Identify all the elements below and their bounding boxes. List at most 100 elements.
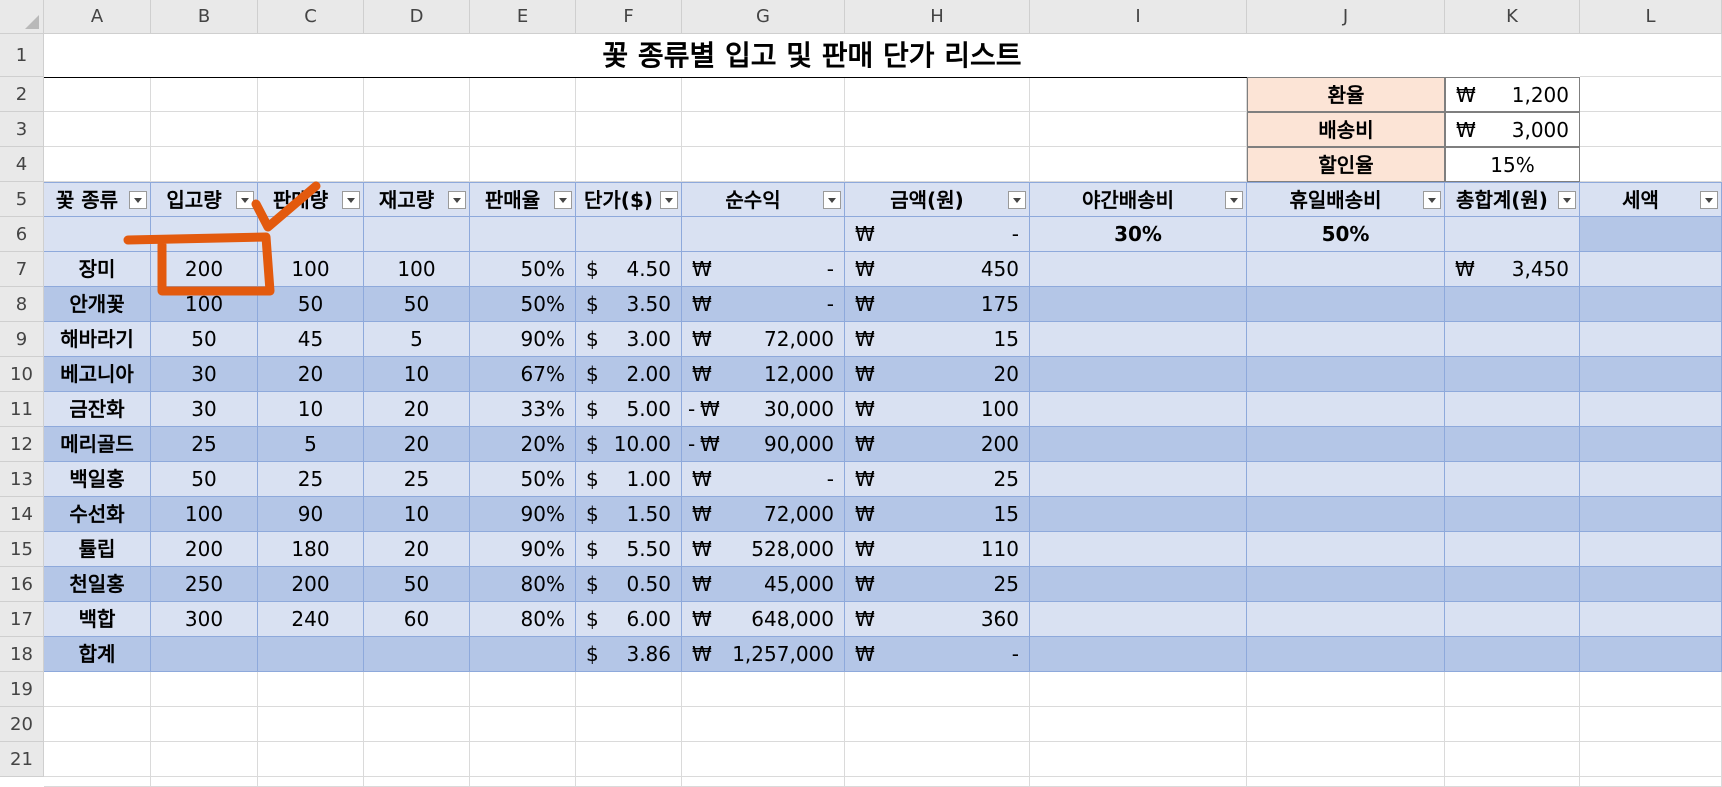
stock-in[interactable]: 200 xyxy=(151,252,258,287)
cell[interactable] xyxy=(576,672,682,707)
cell[interactable] xyxy=(470,147,576,182)
sale-rate[interactable]: 80% xyxy=(470,602,576,637)
total-row-cell[interactable] xyxy=(151,637,258,672)
cell[interactable] xyxy=(1247,672,1445,707)
cell[interactable] xyxy=(682,112,845,147)
row-header-2[interactable]: 2 xyxy=(0,77,44,112)
unit-price[interactable]: $1.50 xyxy=(576,497,682,532)
tax[interactable] xyxy=(1580,357,1722,392)
filter-dropdown-icon[interactable] xyxy=(1700,191,1718,209)
holiday-delivery[interactable] xyxy=(1247,462,1445,497)
cell[interactable] xyxy=(151,147,258,182)
cell[interactable] xyxy=(364,77,470,112)
row-header-20[interactable]: 20 xyxy=(0,707,44,742)
cell[interactable] xyxy=(470,672,576,707)
night-delivery[interactable] xyxy=(1030,497,1247,532)
cell[interactable] xyxy=(44,77,151,112)
cell[interactable] xyxy=(1030,742,1247,777)
cell[interactable] xyxy=(258,77,364,112)
cell[interactable] xyxy=(44,112,151,147)
column-header-J[interactable]: J xyxy=(1247,0,1445,34)
param-value[interactable]: ₩3,000 xyxy=(1445,112,1580,147)
table-header-F[interactable]: 단가($) xyxy=(576,182,682,217)
cell[interactable] xyxy=(845,707,1030,742)
stock-in[interactable]: 50 xyxy=(151,322,258,357)
tax[interactable] xyxy=(1580,427,1722,462)
cell[interactable] xyxy=(682,742,845,777)
night-delivery[interactable] xyxy=(1030,462,1247,497)
cell[interactable] xyxy=(1030,672,1247,707)
cell[interactable] xyxy=(44,707,151,742)
cell[interactable] xyxy=(682,672,845,707)
unit-price[interactable]: $2.00 xyxy=(576,357,682,392)
row-header-5[interactable]: 5 xyxy=(0,182,44,217)
cell[interactable] xyxy=(1580,672,1722,707)
param-label[interactable]: 할인율 xyxy=(1247,147,1445,182)
sale-rate[interactable]: 67% xyxy=(470,357,576,392)
sold[interactable]: 100 xyxy=(258,252,364,287)
cell[interactable] xyxy=(576,147,682,182)
row-header-9[interactable]: 9 xyxy=(0,322,44,357)
row-header-4[interactable]: 4 xyxy=(0,147,44,182)
row6-cell[interactable] xyxy=(1580,217,1722,252)
row-header-14[interactable]: 14 xyxy=(0,497,44,532)
amount-won[interactable]: ₩450 xyxy=(845,252,1030,287)
holiday-delivery[interactable] xyxy=(1247,287,1445,322)
filter-dropdown-icon[interactable] xyxy=(236,191,254,209)
cell[interactable] xyxy=(1247,777,1445,787)
filter-dropdown-icon[interactable] xyxy=(1225,191,1243,209)
row-header-3[interactable]: 3 xyxy=(0,112,44,147)
cell[interactable] xyxy=(1247,742,1445,777)
row-header-7[interactable]: 7 xyxy=(0,252,44,287)
tax[interactable] xyxy=(1580,462,1722,497)
sale-rate[interactable]: 90% xyxy=(470,532,576,567)
holiday-delivery[interactable] xyxy=(1247,427,1445,462)
tax[interactable] xyxy=(1580,287,1722,322)
row6-cell[interactable] xyxy=(576,217,682,252)
row-header-19[interactable]: 19 xyxy=(0,672,44,707)
table-header-E[interactable]: 판매율 xyxy=(470,182,576,217)
holiday-delivery[interactable] xyxy=(1247,567,1445,602)
net-profit[interactable]: ₩648,000 xyxy=(682,602,845,637)
flower-name[interactable]: 메리골드 xyxy=(44,427,151,462)
cell[interactable] xyxy=(44,777,151,787)
table-header-D[interactable]: 재고량 xyxy=(364,182,470,217)
row-header-17[interactable]: 17 xyxy=(0,602,44,637)
sold[interactable]: 20 xyxy=(258,357,364,392)
filter-dropdown-icon[interactable] xyxy=(554,191,572,209)
cell[interactable] xyxy=(682,707,845,742)
cell[interactable] xyxy=(682,77,845,112)
night-delivery[interactable] xyxy=(1030,427,1247,462)
sale-rate[interactable]: 80% xyxy=(470,567,576,602)
param-label[interactable]: 환율 xyxy=(1247,77,1445,112)
flower-name[interactable]: 튤립 xyxy=(44,532,151,567)
row6-cell[interactable] xyxy=(44,217,151,252)
night-delivery[interactable] xyxy=(1030,532,1247,567)
flower-name[interactable]: 백합 xyxy=(44,602,151,637)
row-header-13[interactable]: 13 xyxy=(0,462,44,497)
unit-price[interactable]: $3.50 xyxy=(576,287,682,322)
cell[interactable] xyxy=(258,147,364,182)
cell[interactable] xyxy=(1030,112,1247,147)
sold[interactable]: 45 xyxy=(258,322,364,357)
cell[interactable] xyxy=(151,112,258,147)
cell[interactable] xyxy=(258,777,364,787)
filter-dropdown-icon[interactable] xyxy=(1423,191,1441,209)
column-header-K[interactable]: K xyxy=(1445,0,1580,34)
stock-in[interactable]: 300 xyxy=(151,602,258,637)
cell[interactable] xyxy=(845,147,1030,182)
cell[interactable] xyxy=(364,742,470,777)
sold[interactable]: 50 xyxy=(258,287,364,322)
grand-total[interactable] xyxy=(1445,357,1580,392)
unit-price[interactable]: $3.00 xyxy=(576,322,682,357)
cell[interactable] xyxy=(258,112,364,147)
tax[interactable] xyxy=(1580,567,1722,602)
cell[interactable] xyxy=(1030,147,1247,182)
amount-won[interactable]: ₩100 xyxy=(845,392,1030,427)
total-row-cell[interactable]: $3.86 xyxy=(576,637,682,672)
cell[interactable] xyxy=(151,777,258,787)
tax[interactable] xyxy=(1580,602,1722,637)
net-profit[interactable]: - ₩90,000 xyxy=(682,427,845,462)
column-header-E[interactable]: E xyxy=(470,0,576,34)
row-header-12[interactable]: 12 xyxy=(0,427,44,462)
